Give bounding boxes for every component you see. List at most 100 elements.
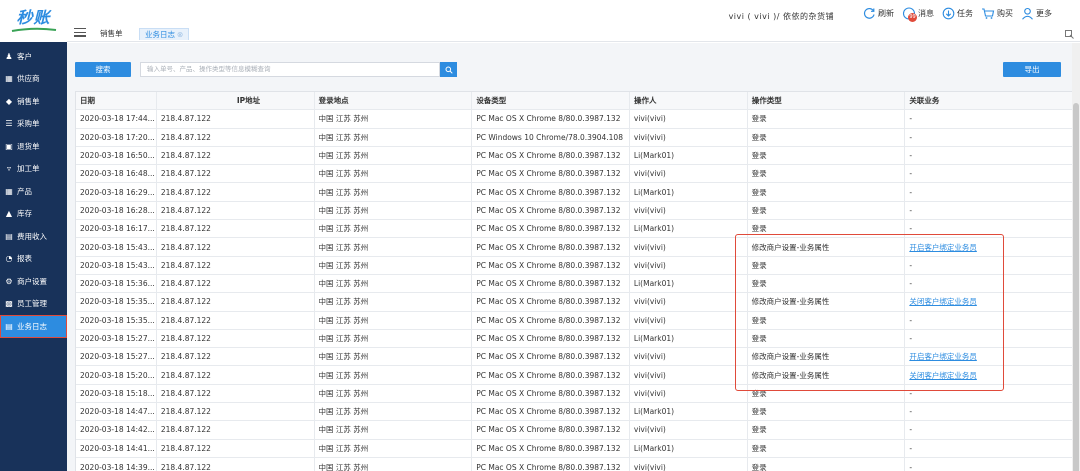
cell-operation-type-text: 修改商户设置-业务属性: [751, 370, 830, 380]
cell-related-business-text[interactable]: 开启客户绑定业务员: [909, 351, 977, 362]
cell-device-text: PC Mac OS X Chrome 8/80.0.3987.132: [476, 407, 621, 417]
cell-location: 中国 江苏 苏州: [315, 311, 473, 329]
search-submit-button[interactable]: [440, 62, 457, 77]
cell-device: PC Mac OS X Chrome 8/80.0.3987.132: [472, 183, 630, 201]
column-header-ip[interactable]: IP地址: [157, 92, 315, 110]
table-row[interactable]: 2020-03-18 15:18... 218.4.87.122 中国 江苏 苏州 P…: [76, 384, 1075, 404]
table-row[interactable]: 2020-03-18 15:27... 218.4.87.122 中国 江苏 苏州 P…: [76, 348, 1075, 367]
cell-operation-type: 修改商户设置-业务属性: [748, 293, 906, 311]
cell-date: 2020-03-18 15:18...: [76, 384, 157, 403]
cell-operator-text: Li(Mark01): [633, 334, 675, 343]
scrollbar[interactable]: [1072, 43, 1080, 471]
cell-operator: vivi(vivi): [630, 311, 748, 329]
cell-location-text: 中国 江苏 苏州: [318, 297, 369, 307]
cell-device-text: PC Mac OS X Chrome 8/80.0.3987.132: [476, 297, 621, 307]
cell-related-business-text: -: [909, 114, 913, 124]
cell-device: PC Mac OS X Chrome 8/80.0.3987.132: [472, 220, 630, 238]
table-row[interactable]: 2020-03-18 17:20... 218.4.87.122 中国 江苏 苏州 P…: [76, 128, 1075, 147]
cell-ip: 218.4.87.122: [157, 311, 315, 329]
table-row[interactable]: 2020-03-18 14:47... 218.4.87.122 中国 江苏 苏州 P…: [76, 403, 1075, 422]
cell-device: PC Mac OS X Chrome 8/80.0.3987.132: [472, 110, 630, 128]
cell-related-business-text[interactable]: 关闭客户绑定业务员: [909, 370, 977, 381]
cell-related-business-text: -: [909, 169, 913, 179]
table-row[interactable]: 2020-03-18 16:28... 218.4.87.122 中国 江苏 苏州 P…: [76, 201, 1075, 221]
warehouse-icon: ▲: [5, 209, 13, 219]
sidebar-item-0[interactable]: ♟ 客户: [0, 45, 67, 68]
sidebar-item-11[interactable]: ▩ 员工管理: [0, 293, 67, 316]
cell-ip: 218.4.87.122: [157, 293, 315, 311]
window-icon[interactable]: [1065, 30, 1074, 39]
column-header-location[interactable]: 登录地点: [315, 92, 473, 110]
cell-device-text: PC Mac OS X Chrome 8/80.0.3987.132: [476, 242, 621, 252]
cell-ip: 218.4.87.122: [157, 366, 315, 384]
cell-related-business-text[interactable]: 开启客户绑定业务员: [909, 242, 977, 253]
cell-related-business: 开启客户绑定业务员: [905, 238, 1075, 255]
buy-label: 购买: [997, 9, 1013, 18]
column-header-related-business[interactable]: 关联业务: [905, 92, 1075, 109]
table-row[interactable]: 2020-03-18 14:39... 218.4.87.122 中国 江苏 苏州 P…: [76, 457, 1075, 471]
sidebar-item-2[interactable]: ◆ 销售单: [0, 90, 67, 113]
sidebar-item-4[interactable]: ▣ 退货单: [0, 135, 67, 158]
tab-sales-order[interactable]: 销售单: [95, 28, 128, 40]
table-row[interactable]: 2020-03-18 16:48... 218.4.87.122 中国 江苏 苏州 P…: [76, 165, 1075, 184]
table-row[interactable]: 2020-03-18 15:35... 218.4.87.122 中国 江苏 苏州 P…: [76, 311, 1075, 330]
cell-operator: vivi(vivi): [630, 128, 748, 146]
column-header-operator[interactable]: 操作人: [630, 92, 748, 110]
table-row[interactable]: 2020-03-18 15:27... 218.4.87.122 中国 江苏 苏州 P…: [76, 329, 1075, 349]
table-row[interactable]: 2020-03-18 15:36... 218.4.87.122 中国 江苏 苏州 P…: [76, 274, 1075, 294]
cell-related-business: -: [905, 183, 1075, 200]
tab-business-log[interactable]: 业务日志 ⊗: [139, 28, 190, 40]
table-row[interactable]: 2020-03-18 15:43... 218.4.87.122 中国 江苏 苏州 P…: [76, 238, 1075, 257]
sidebar-item-label: 供应商: [17, 74, 40, 84]
cell-related-business-text[interactable]: 关闭客户绑定业务员: [909, 296, 977, 307]
search-button[interactable]: 搜索: [75, 62, 131, 77]
task-button[interactable]: 任务: [942, 7, 973, 20]
export-button[interactable]: 导出: [1003, 62, 1061, 77]
cell-date: 2020-03-18 15:20...: [76, 366, 157, 384]
table-row[interactable]: 2020-03-18 15:35... 218.4.87.122 中国 江苏 苏州 P…: [76, 293, 1075, 312]
sidebar-item-9[interactable]: ◔ 报表: [0, 248, 67, 271]
column-header-operation-type[interactable]: 操作类型: [748, 92, 906, 110]
sidebar-item-5[interactable]: ▿ 加工单: [0, 158, 67, 181]
cell-date: 2020-03-18 14:47...: [76, 403, 157, 421]
more-button[interactable]: 更多: [1021, 7, 1052, 20]
cell-ip-text: 218.4.87.122: [160, 187, 211, 197]
sidebar-item-label: 商户设置: [17, 276, 47, 286]
cell-location: 中国 江苏 苏州: [315, 384, 473, 403]
message-button[interactable]: 99 消息: [902, 7, 934, 22]
menu-toggle-icon[interactable]: [74, 28, 86, 38]
app-logo[interactable]: 秒账: [0, 0, 67, 42]
table-row[interactable]: 2020-03-18 15:43... 218.4.87.122 中国 江苏 苏州 P…: [76, 256, 1075, 275]
sidebar-item-6[interactable]: ▦ 产品: [0, 180, 67, 203]
sidebar-item-3[interactable]: ☰ 采购单: [0, 113, 67, 136]
close-icon[interactable]: ⊗: [177, 30, 183, 39]
refresh-button[interactable]: 刷新: [863, 7, 894, 20]
table-row[interactable]: 2020-03-18 14:41... 218.4.87.122 中国 江苏 苏州 P…: [76, 439, 1075, 458]
sidebar-item-7[interactable]: ▲ 库存: [0, 203, 67, 226]
cell-date-text: 2020-03-18 14:39...: [80, 462, 155, 471]
sidebar-item-1[interactable]: ▦ 供应商: [0, 68, 67, 91]
sidebar-item-12[interactable]: ▤ 业务日志: [0, 315, 67, 338]
table-row[interactable]: 2020-03-18 15:20... 218.4.87.122 中国 江苏 苏州 P…: [76, 366, 1075, 385]
search-input[interactable]: 输入单号、产品、操作类型等信息模糊查询: [140, 62, 440, 77]
cell-date: 2020-03-18 16:48...: [76, 165, 157, 183]
cell-location: 中国 江苏 苏州: [315, 110, 473, 128]
column-header-date[interactable]: 日期: [76, 92, 157, 110]
buy-button[interactable]: 购买: [981, 7, 1013, 20]
table-row[interactable]: 2020-03-18 16:29... 218.4.87.122 中国 江苏 苏州 P…: [76, 183, 1075, 202]
table-row[interactable]: 2020-03-18 14:42... 218.4.87.122 中国 江苏 苏州 P…: [76, 421, 1075, 440]
table-row[interactable]: 2020-03-18 16:50... 218.4.87.122 中国 江苏 苏州 P…: [76, 146, 1075, 166]
cell-operation-type-text: 登录: [751, 205, 767, 215]
table-row[interactable]: 2020-03-18 16:17... 218.4.87.122 中国 江苏 苏州 P…: [76, 220, 1075, 239]
cell-operator: vivi(vivi): [630, 421, 748, 439]
cell-operation-type-text: 登录: [751, 315, 767, 325]
sidebar-item-10[interactable]: ⚙ 商户设置: [0, 270, 67, 293]
column-header-device[interactable]: 设备类型: [472, 92, 630, 110]
sidebar-item-8[interactable]: ▤ 费用收入: [0, 225, 67, 248]
supplier-icon: ▦: [5, 74, 13, 84]
table-row[interactable]: 2020-03-18 17:44... 218.4.87.122 中国 江苏 苏州 P…: [76, 110, 1075, 129]
scrollbar-thumb[interactable]: [1073, 103, 1079, 471]
cell-ip: 218.4.87.122: [157, 110, 315, 128]
cell-operation-type-text: 修改商户设置-业务属性: [751, 352, 830, 362]
sidebar-item-label: 采购单: [17, 119, 40, 129]
